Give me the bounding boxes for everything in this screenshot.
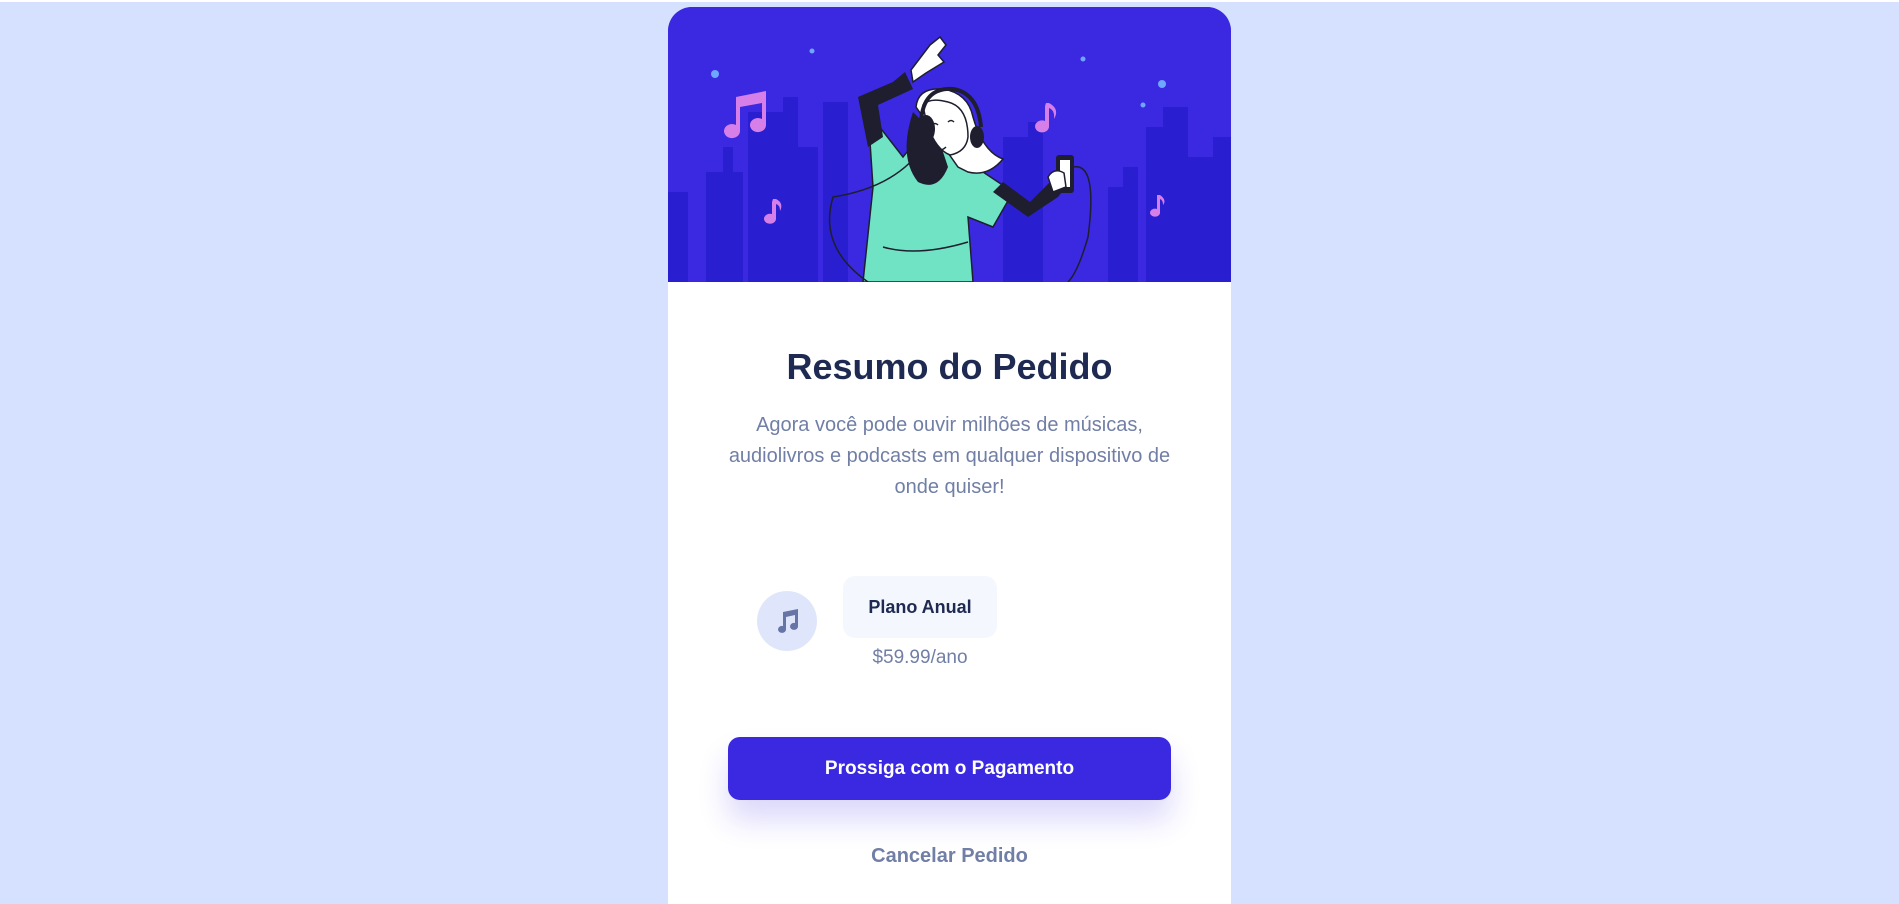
page-title: Resumo do Pedido bbox=[786, 346, 1113, 387]
person-listening-music-illustration bbox=[668, 7, 1231, 282]
top-border bbox=[0, 0, 1899, 2]
summary-description: Agora você pode ouvir milhões de músicas… bbox=[728, 414, 1171, 498]
hero-illustration bbox=[668, 7, 1231, 282]
plan-name: Plano Anual bbox=[868, 596, 972, 617]
proceed-to-payment-button[interactable]: Prossiga com o Pagamento bbox=[728, 737, 1171, 800]
order-summary-card: Resumo do Pedido Agora você pode ouvir m… bbox=[668, 7, 1231, 904]
music-note-icon bbox=[757, 591, 817, 651]
cancel-order-button[interactable]: Cancelar Pedido bbox=[728, 841, 1171, 871]
plan-price: $59.99/ano bbox=[872, 647, 968, 668]
plan-name-box: Plano Anual bbox=[843, 576, 997, 638]
music-note-glyph bbox=[778, 609, 799, 633]
